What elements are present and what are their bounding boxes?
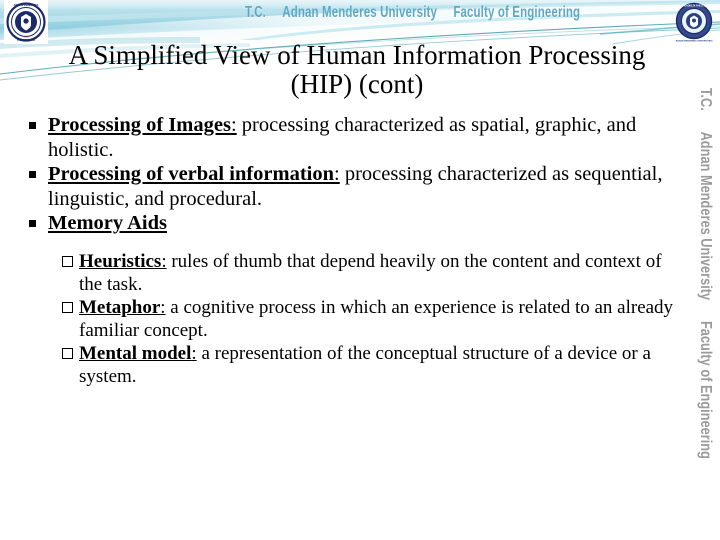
- watermark-faculty-label: Faculty of Engineering: [697, 320, 714, 459]
- bullet-item: Processing of verbal information: proces…: [26, 162, 674, 211]
- bullet-lead-text: Processing of verbal information: [48, 163, 335, 185]
- slide-title-line-1: A Simplified View of Human Information P…: [68, 40, 646, 70]
- sub-bullet-item: Metaphor: a cognitive process in which a…: [62, 296, 674, 342]
- sub-bullet-body-text: rules of thumb that depend heavily on th…: [79, 250, 662, 295]
- side-watermark-text: T.C.Adnan Menderes UniversityFaculty of …: [696, 88, 718, 478]
- sub-bullet-item: Heuristics: rules of thumb that depend h…: [62, 250, 674, 296]
- hollow-square-bullet-icon: [62, 296, 73, 319]
- slide-title: A Simplified View of Human Information P…: [12, 41, 702, 99]
- header-tc-label: T.C.: [245, 4, 266, 21]
- faculty-of-engineering-seal-logo: MÜHENDİSLİK FAKÜLTESİ ADNAN MENDERES ÜNİ…: [672, 0, 716, 44]
- header-band: T.C. Adnan Menderes University Faculty of …: [0, 0, 720, 40]
- filled-square-bullet-icon: [29, 211, 36, 236]
- bullet-lead-text: Memory Aids: [48, 212, 167, 234]
- bullet-item: Processing of Images: processing charact…: [26, 113, 674, 162]
- slide-title-line-2: (HIP) (cont): [290, 69, 424, 99]
- watermark-university-label: Adnan Menderes University: [697, 131, 714, 301]
- bullet-lead-text: Processing of Images: [48, 114, 231, 136]
- sub-bullet-item: Mental model: a representation of the co…: [62, 342, 674, 388]
- adnan-menderes-university-seal-logo: ADNAN MENDERES ÜNİVERSİTESİ 1992: [4, 0, 48, 44]
- header-faculty-label: Faculty of Engineering: [453, 4, 581, 21]
- header-institution-text: T.C. Adnan Menderes University Faculty of …: [245, 3, 580, 23]
- svg-text:1992: 1992: [23, 35, 29, 38]
- sub-bullet-lead-text: Metaphor: [79, 296, 161, 318]
- header-university-label: Adnan Menderes University: [282, 4, 438, 21]
- filled-square-bullet-icon: [29, 113, 36, 138]
- svg-text:MÜHENDİSLİK FAKÜLTESİ: MÜHENDİSLİK FAKÜLTESİ: [679, 5, 709, 8]
- hollow-square-bullet-icon: [62, 342, 73, 365]
- sub-bullet-body-text: a cognitive process in which an experien…: [79, 296, 674, 341]
- slide-body-content: Processing of Images: processing charact…: [26, 113, 674, 388]
- hollow-square-bullet-icon: [62, 250, 73, 273]
- sub-bullet-lead-text: Heuristics: [79, 250, 162, 272]
- svg-text:ADNAN MENDERES: ADNAN MENDERES: [14, 3, 39, 7]
- bullet-item: Memory Aids: [26, 211, 674, 236]
- sub-bullet-lead-text: Mental model: [79, 342, 192, 364]
- filled-square-bullet-icon: [29, 162, 36, 187]
